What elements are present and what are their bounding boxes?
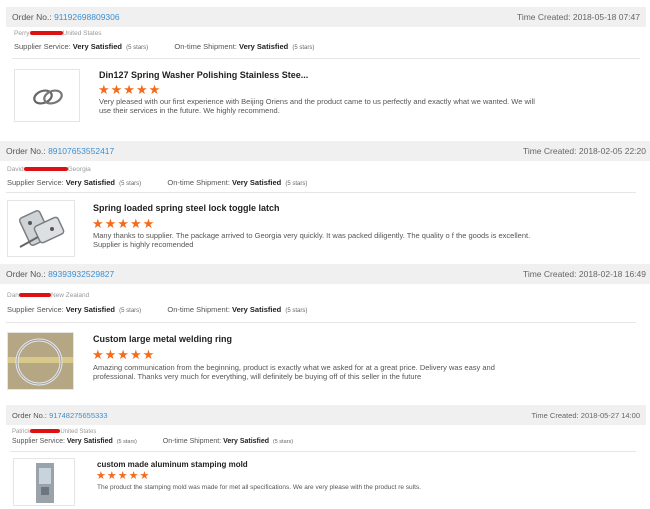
star-rating: ★★★★★ — [92, 216, 156, 231]
time-created: Time Created: 2018-05-18 07:47 — [516, 12, 640, 22]
order-number: Order No.: 91192698809306 — [12, 12, 120, 22]
redaction-mark — [29, 31, 63, 36]
time-created: Time Created: 2018-02-05 22:20 — [522, 146, 646, 156]
buyer-info: Perry United States — [14, 30, 102, 37]
time-created: Time Created: 2018-05-27 14:00 — [531, 410, 640, 420]
redaction-mark — [30, 429, 61, 434]
order-header: Order No.: 91748275655333 Time Created: … — [6, 405, 646, 425]
service-ratings: Supplier Service: Very Satisfied (5 star… — [14, 42, 315, 51]
product-title[interactable]: Din127 Spring Washer Polishing Stainless… — [99, 70, 308, 80]
order-header: Order No.: 89107653552417 Time Created: … — [0, 141, 650, 161]
time-created: Time Created: 2018-02-18 16:49 — [522, 269, 646, 279]
order-header: Order No.: 89393932529827 Time Created: … — [0, 264, 650, 284]
review-text: Very pleased with our first experience w… — [99, 97, 535, 115]
product-title[interactable]: Spring loaded spring steel lock toggle l… — [93, 203, 280, 213]
review-text: The product the stamping mold was made f… — [97, 484, 421, 491]
service-ratings: Supplier Service: Very Satisfied (5 star… — [7, 305, 308, 314]
redaction-mark — [18, 293, 51, 298]
spring-washer-icon — [33, 89, 63, 105]
order-number: Order No.: 89107653552417 — [6, 146, 115, 156]
order-header: Order No.: 91192698809306 Time Created: … — [6, 7, 646, 27]
buyer-info: David Georgia — [7, 166, 91, 173]
product-title[interactable]: Custom large metal welding ring — [93, 334, 232, 344]
spring-washer-image[interactable] — [14, 69, 80, 122]
star-rating: ★★★★★ — [92, 347, 156, 362]
order-number-link[interactable]: 91192698809306 — [54, 12, 120, 22]
order-number: Order No.: 91748275655333 — [12, 410, 108, 420]
review-text: Amazing communication from the beginning… — [93, 363, 495, 381]
divider — [12, 58, 640, 59]
toggle-latch-image[interactable] — [7, 200, 75, 257]
order-number: Order No.: 89393932529827 — [6, 269, 115, 279]
product-title[interactable]: custom made aluminum stamping mold — [97, 460, 248, 469]
stamping-mold-icon — [36, 463, 54, 503]
order-number-link[interactable]: 89107653552417 — [48, 146, 114, 156]
order-number-link[interactable]: 89393932529827 — [48, 269, 114, 279]
toggle-latch-icon — [18, 209, 65, 248]
welding-ring-icon — [8, 333, 73, 389]
star-rating: ★★★★★ — [98, 82, 162, 97]
stamping-mold-image[interactable] — [13, 458, 75, 506]
divider — [6, 192, 636, 193]
buyer-info: Dan New Zealand — [7, 292, 90, 299]
service-ratings: Supplier Service: Very Satisfied (5 star… — [12, 438, 294, 445]
star-rating: ★★★★★ — [96, 470, 151, 482]
order-number-link[interactable]: 91748275655333 — [49, 411, 107, 420]
welding-ring-image[interactable] — [7, 332, 74, 390]
review-text: Many thanks to supplier. The package arr… — [93, 231, 531, 249]
divider — [10, 451, 636, 452]
service-ratings: Supplier Service: Very Satisfied (5 star… — [7, 178, 308, 187]
buyer-info: Patrick United States — [12, 429, 97, 435]
divider — [6, 322, 636, 323]
redaction-mark — [23, 167, 68, 172]
